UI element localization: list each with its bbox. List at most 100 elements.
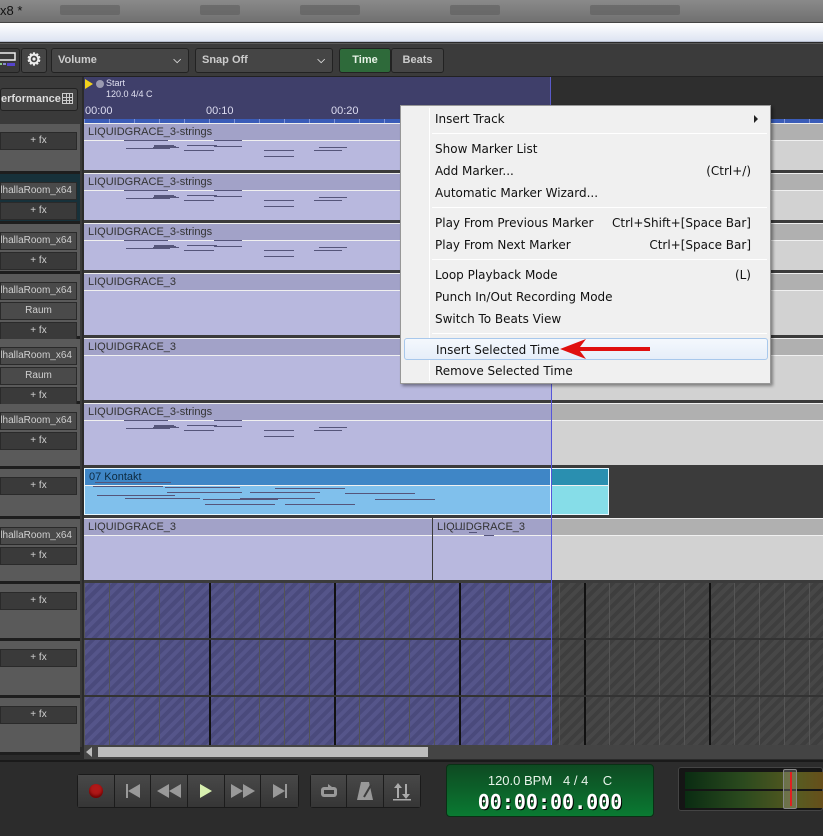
audio-clip[interactable]: LIQUIDGRACE_3 bbox=[84, 518, 432, 580]
track-header[interactable]: + fx bbox=[0, 641, 80, 698]
grid-line bbox=[584, 583, 586, 638]
blurred-title-text bbox=[300, 5, 360, 15]
midi-note bbox=[187, 425, 217, 426]
grid-line bbox=[134, 697, 135, 747]
track-header[interactable]: ValhallaRoom_x64 + fx bbox=[0, 404, 80, 469]
audio-clip[interactable] bbox=[551, 518, 823, 580]
track-header[interactable]: ValhallaRoom_x64 + fx bbox=[0, 174, 80, 224]
track-header[interactable]: ValhallaRoom_x64 Raum + fx bbox=[0, 339, 80, 405]
play-icon bbox=[199, 784, 212, 798]
add-fx-button[interactable]: + fx bbox=[0, 202, 77, 220]
track-header[interactable]: + fx bbox=[0, 469, 80, 519]
menu-item-switch-to-beats-view[interactable]: Switch To Beats View bbox=[404, 308, 768, 330]
playhead-flag-icon bbox=[85, 78, 93, 89]
add-fx-button[interactable]: + fx bbox=[0, 132, 77, 150]
snap-dropdown[interactable]: Snap Off ⌵ bbox=[195, 48, 333, 73]
add-fx-button[interactable]: + fx bbox=[0, 322, 77, 340]
performance-button[interactable]: erformance bbox=[0, 88, 78, 111]
track-header[interactable]: ValhallaRoom_x64 Raum + fx bbox=[0, 274, 80, 340]
add-fx-button[interactable]: + fx bbox=[0, 649, 77, 667]
menu-item-add-marker[interactable]: Add Marker... (Ctrl+/) bbox=[404, 160, 768, 182]
horizontal-scrollbar[interactable] bbox=[84, 745, 823, 759]
grid-line bbox=[509, 640, 510, 695]
midi-note bbox=[214, 146, 242, 147]
go-to-end-button[interactable] bbox=[261, 775, 299, 807]
settings-button[interactable]: ⚙ bbox=[21, 48, 47, 73]
track-header[interactable]: + fx bbox=[0, 698, 80, 755]
play-button[interactable] bbox=[188, 775, 225, 807]
add-fx-button[interactable]: + fx bbox=[0, 432, 77, 450]
time-view-button[interactable]: Time bbox=[339, 48, 391, 73]
empty-track-lane[interactable] bbox=[84, 697, 823, 747]
midi-note bbox=[319, 147, 347, 148]
add-fx-button[interactable]: + fx bbox=[0, 477, 77, 495]
add-fx-button[interactable]: + fx bbox=[0, 547, 77, 565]
midi-note bbox=[275, 488, 345, 489]
midi-note bbox=[264, 200, 294, 201]
track-header[interactable]: + fx bbox=[0, 584, 80, 641]
track-header[interactable]: ValhallaRoom_x64 + fx bbox=[0, 224, 80, 274]
add-fx-button[interactable]: + fx bbox=[0, 387, 77, 405]
grid-line bbox=[159, 697, 160, 747]
midi-button[interactable] bbox=[0, 48, 20, 73]
menu-item-label: Loop Playback Mode bbox=[435, 268, 558, 282]
master-volume-slider[interactable] bbox=[783, 769, 797, 809]
audio-clip[interactable] bbox=[551, 403, 823, 465]
add-fx-button[interactable]: + fx bbox=[0, 252, 77, 270]
fx-plugin-slot[interactable]: ValhallaRoom_x64 bbox=[0, 182, 77, 200]
track-lane[interactable]: 07 Kontakt bbox=[84, 468, 823, 515]
fx-plugin-slot[interactable]: Raum bbox=[0, 367, 77, 385]
track-lane[interactable]: LIQUIDGRACE_3-strings bbox=[84, 403, 823, 465]
empty-track-lane[interactable] bbox=[84, 640, 823, 697]
chevron-down-icon: ⌵ bbox=[317, 55, 325, 66]
grid-line bbox=[559, 640, 560, 695]
audio-clip[interactable] bbox=[551, 468, 609, 515]
menu-item-insert-track[interactable]: Insert Track bbox=[404, 108, 768, 130]
metronome-button[interactable] bbox=[347, 775, 384, 807]
midi-note bbox=[126, 248, 170, 249]
fast-forward-button[interactable] bbox=[224, 775, 262, 807]
loop-button[interactable] bbox=[311, 775, 348, 807]
fx-plugin-slot[interactable]: Raum bbox=[0, 302, 77, 320]
fx-plugin-slot[interactable]: ValhallaRoom_x64 bbox=[0, 347, 77, 365]
menu-item-automatic-marker-wizard[interactable]: Automatic Marker Wizard... bbox=[404, 182, 768, 204]
menu-separator bbox=[432, 333, 767, 334]
beats-view-button[interactable]: Beats bbox=[391, 48, 444, 73]
grid-line bbox=[309, 640, 310, 695]
record-button[interactable] bbox=[78, 775, 115, 807]
track-header[interactable]: ValhallaRoom_x64 + fx bbox=[0, 519, 80, 584]
empty-track-lane[interactable] bbox=[84, 583, 823, 640]
track-lane[interactable]: LIQUIDGRACE_3 LIQUIDGRACE_3 bbox=[84, 518, 823, 580]
rewind-button[interactable] bbox=[151, 775, 189, 807]
menu-item-show-marker-list[interactable]: Show Marker List bbox=[404, 138, 768, 160]
grid-line bbox=[534, 640, 535, 695]
grid-line bbox=[334, 697, 336, 747]
scrollbar-thumb[interactable] bbox=[98, 747, 428, 757]
fx-plugin-slot[interactable]: ValhallaRoom_x64 bbox=[0, 527, 77, 545]
menu-item-play-from-next-marker[interactable]: Play From Next Marker Ctrl+[Space Bar] bbox=[404, 234, 768, 256]
go-to-start-button[interactable] bbox=[114, 775, 152, 807]
audio-clip[interactable]: LIQUIDGRACE_3-strings bbox=[84, 403, 551, 465]
grid-line bbox=[684, 697, 685, 747]
ruler-label: 00:00 bbox=[85, 105, 113, 117]
automation-dropdown[interactable]: Volume ⌵ bbox=[51, 48, 189, 73]
fx-plugin-slot[interactable]: ValhallaRoom_x64 bbox=[0, 282, 77, 300]
midi-note bbox=[214, 426, 242, 427]
sync-button[interactable] bbox=[383, 775, 421, 807]
start-marker[interactable]: Start 120.0 4/4 C bbox=[85, 78, 153, 99]
audio-clip[interactable]: 07 Kontakt bbox=[84, 468, 551, 515]
add-fx-button[interactable]: + fx bbox=[0, 592, 77, 610]
track-header[interactable]: + fx bbox=[0, 124, 80, 174]
fx-plugin-slot[interactable]: ValhallaRoom_x64 bbox=[0, 232, 77, 250]
menu-item-remove-selected-time[interactable]: Remove Selected Time bbox=[404, 360, 768, 382]
add-fx-button[interactable]: + fx bbox=[0, 706, 77, 724]
fast-forward-icon bbox=[230, 784, 255, 798]
menu-item-loop-playback-mode[interactable]: Loop Playback Mode (L) bbox=[404, 264, 768, 286]
menu-item-play-from-previous-marker[interactable]: Play From Previous Marker Ctrl+Shift+[Spa… bbox=[404, 212, 768, 234]
menu-item-punch-in-out-recording-mode[interactable]: Punch In/Out Recording Mode bbox=[404, 286, 768, 308]
fx-plugin-slot[interactable]: ValhallaRoom_x64 bbox=[0, 412, 77, 430]
grid-line bbox=[784, 640, 785, 695]
scroll-left-icon[interactable] bbox=[86, 747, 92, 757]
audio-clip[interactable]: LIQUIDGRACE_3 bbox=[433, 518, 551, 580]
menu-separator bbox=[432, 133, 767, 134]
